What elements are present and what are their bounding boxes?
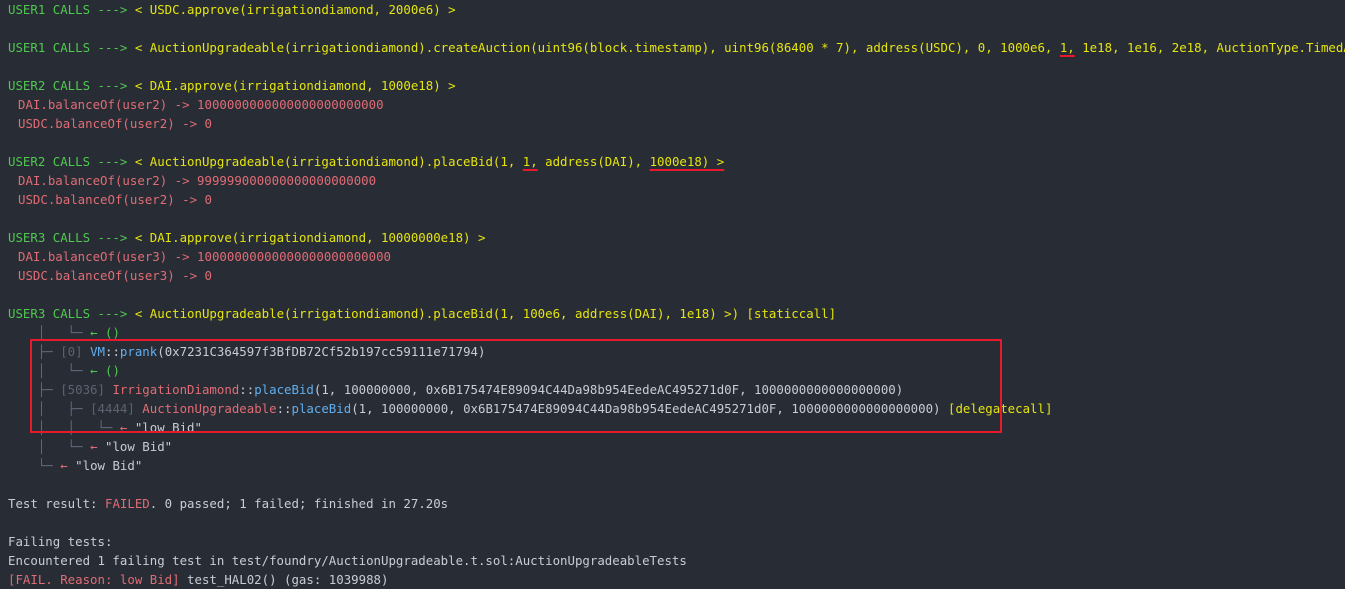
usdc-balance-user2-after: USDC.balanceOf(user2) -> 0 <box>18 192 212 207</box>
revert-message-1: "low Bid" <box>134 420 202 435</box>
user2-approve-body: < DAI.approve(irrigationdiamond, 1000e18… <box>134 78 456 93</box>
placebid-underlined-arg-2: 1000e18) > <box>649 154 725 169</box>
log-line-user2-placebid: USER2 CALLS ---> < AuctionUpgradeable(ir… <box>0 152 1345 171</box>
encountered-text: Encountered 1 failing test in test/found… <box>8 553 687 568</box>
user3-calls-label-2: USER3 CALLS ---> <box>8 306 128 321</box>
dai-balance-user3: DAI.balanceOf(user3) -> 1000000000000000… <box>18 249 391 264</box>
user1-approve-body: < USDC.approve(irrigationdiamond, 2000e6… <box>134 2 456 17</box>
user3-approve-body: < DAI.approve(irrigationdiamond, 1000000… <box>134 230 486 245</box>
user2-calls-label-2: USER2 CALLS ---> <box>8 154 128 169</box>
log-line-dai-balance-user3: DAI.balanceOf(user3) -> 1000000000000000… <box>0 247 1345 266</box>
revert-message-3: "low Bid" <box>75 458 143 473</box>
tree-glyph: │ └─ <box>8 325 91 340</box>
prank-method: prank <box>119 344 158 359</box>
placebid-underlined-arg-1: 1, <box>522 154 538 169</box>
trace-line-return-1: │ └─ ← () <box>0 323 1345 342</box>
trace-line-return-2: │ └─ ← () <box>0 361 1345 380</box>
createauction-underlined-arg: 1, <box>1059 40 1075 55</box>
user1-calls-label: USER1 CALLS ---> <box>8 2 128 17</box>
trace-return-2: ← () <box>90 363 120 378</box>
trace-line-revert-2: │ └─ ← "low Bid" <box>0 437 1345 456</box>
test-result-status: FAILED <box>104 496 150 511</box>
log-line-usdc-balance-user2-after: USDC.balanceOf(user2) -> 0 <box>0 190 1345 209</box>
user2-calls-label: USER2 CALLS ---> <box>8 78 128 93</box>
trace-line-revert-1: │ │ └─ ← "low Bid" <box>0 418 1345 437</box>
trace-gas-0: [0] <box>60 344 83 359</box>
log-line-usdc-balance-user2: USDC.balanceOf(user2) -> 0 <box>0 114 1345 133</box>
revert-message-2: "low Bid" <box>105 439 173 454</box>
contract-irrigationdiamond: IrrigationDiamond <box>112 382 240 397</box>
log-line-failing-tests-header: Failing tests: <box>0 532 1345 551</box>
tree-glyph: │ └─ <box>8 363 91 378</box>
gas-4444: [4444] <box>90 401 135 416</box>
user3-placebid-body: < AuctionUpgradeable(irrigationdiamond).… <box>134 306 740 321</box>
trace-line-vm-prank: ├─ [0] VM::prank(0x7231C364597f3BfDB72Cf… <box>0 342 1345 361</box>
log-line-user2-approve: USER2 CALLS ---> < DAI.approve(irrigatio… <box>0 76 1345 95</box>
placebid-args-2: (1, 100000000, 0x6B175474E89094C44Da98b9… <box>351 401 941 416</box>
log-line-user3-placebid: USER3 CALLS ---> < AuctionUpgradeable(ir… <box>0 304 1345 323</box>
test-result-prefix: Test result: <box>8 496 105 511</box>
log-line-dai-balance-user2: DAI.balanceOf(user2) -> 1000000000000000… <box>0 95 1345 114</box>
fail-reason: [FAIL. Reason: low Bid] <box>8 572 180 587</box>
log-line-dai-balance-user2-after: DAI.balanceOf(user2) -> 9999990000000000… <box>0 171 1345 190</box>
revert-arrow-2: ← <box>90 439 98 454</box>
createauction-part-a: < AuctionUpgradeable(irrigationdiamond).… <box>134 40 1060 55</box>
tree-glyph: └─ <box>8 458 61 473</box>
usdc-balance-user2: USDC.balanceOf(user2) -> 0 <box>18 116 212 131</box>
failing-tests-header: Failing tests: <box>8 534 113 549</box>
user1-calls-label-2: USER1 CALLS ---> <box>8 40 128 55</box>
test-result-suffix: . 0 passed; 1 failed; finished in 27.20s <box>149 496 449 511</box>
tree-glyph: │ └─ <box>8 439 91 454</box>
log-line-user1-approve: USER1 CALLS ---> < USDC.approve(irrigati… <box>0 0 1345 19</box>
trace-line-auctionupgradeable-placebid: │ ├─ [4444] AuctionUpgradeable::placeBid… <box>0 399 1345 418</box>
revert-arrow-3: ← <box>60 458 68 473</box>
method-placebid-1: placeBid <box>254 382 314 397</box>
placebid-part-b: address(DAI), <box>537 154 650 169</box>
trace-return-1: ← () <box>90 325 120 340</box>
fail-test-name: test_HAL02() (gas: 1039988) <box>179 572 389 587</box>
placebid-args-1: (1, 100000000, 0x6B175474E89094C44Da98b9… <box>313 382 904 397</box>
usdc-balance-user3: USDC.balanceOf(user3) -> 0 <box>18 268 212 283</box>
vm-label: VM <box>90 344 105 359</box>
dai-balance-user2: DAI.balanceOf(user2) -> 1000000000000000… <box>18 97 384 112</box>
prank-args: (0x7231C364597f3BfDB72Cf52b197cc59111e71… <box>157 344 486 359</box>
log-line-usdc-balance-user3: USDC.balanceOf(user3) -> 0 <box>0 266 1345 285</box>
staticcall-tag: [staticcall] <box>746 306 837 321</box>
placebid-part-a: < AuctionUpgradeable(irrigationdiamond).… <box>134 154 523 169</box>
dai-balance-user2-after: DAI.balanceOf(user2) -> 9999990000000000… <box>18 173 377 188</box>
separator: :: <box>276 401 292 416</box>
log-line-user3-approve: USER3 CALLS ---> < DAI.approve(irrigatio… <box>0 228 1345 247</box>
tree-glyph: ├─ <box>8 344 61 359</box>
log-line-fail-detail: [FAIL. Reason: low Bid] test_HAL02() (ga… <box>0 570 1345 589</box>
tree-glyph: │ ├─ <box>8 401 91 416</box>
method-placebid-2: placeBid <box>291 401 352 416</box>
tree-glyph: │ │ └─ <box>8 420 120 435</box>
log-line-user1-createauction: USER1 CALLS ---> < AuctionUpgradeable(ir… <box>0 38 1345 57</box>
vm-separator: :: <box>105 344 120 359</box>
terminal-output: USER1 CALLS ---> < USDC.approve(irrigati… <box>0 0 1345 587</box>
delegatecall-tag: [delegatecall] <box>947 401 1053 416</box>
log-line-encountered: Encountered 1 failing test in test/found… <box>0 551 1345 570</box>
createauction-part-b: 1e18, 1e16, 2e18, AuctionType.TimedAucti… <box>1082 40 1345 55</box>
contract-auctionupgradeable: AuctionUpgradeable <box>142 401 277 416</box>
gas-5036: [5036] <box>60 382 105 397</box>
log-line-test-result: Test result: FAILED. 0 passed; 1 failed;… <box>0 494 1345 513</box>
trace-line-revert-3: └─ ← "low Bid" <box>0 456 1345 475</box>
trace-line-irrigationdiamond-placebid: ├─ [5036] IrrigationDiamond::placeBid(1,… <box>0 380 1345 399</box>
separator: :: <box>239 382 255 397</box>
tree-glyph: ├─ <box>8 382 61 397</box>
user3-calls-label: USER3 CALLS ---> <box>8 230 128 245</box>
